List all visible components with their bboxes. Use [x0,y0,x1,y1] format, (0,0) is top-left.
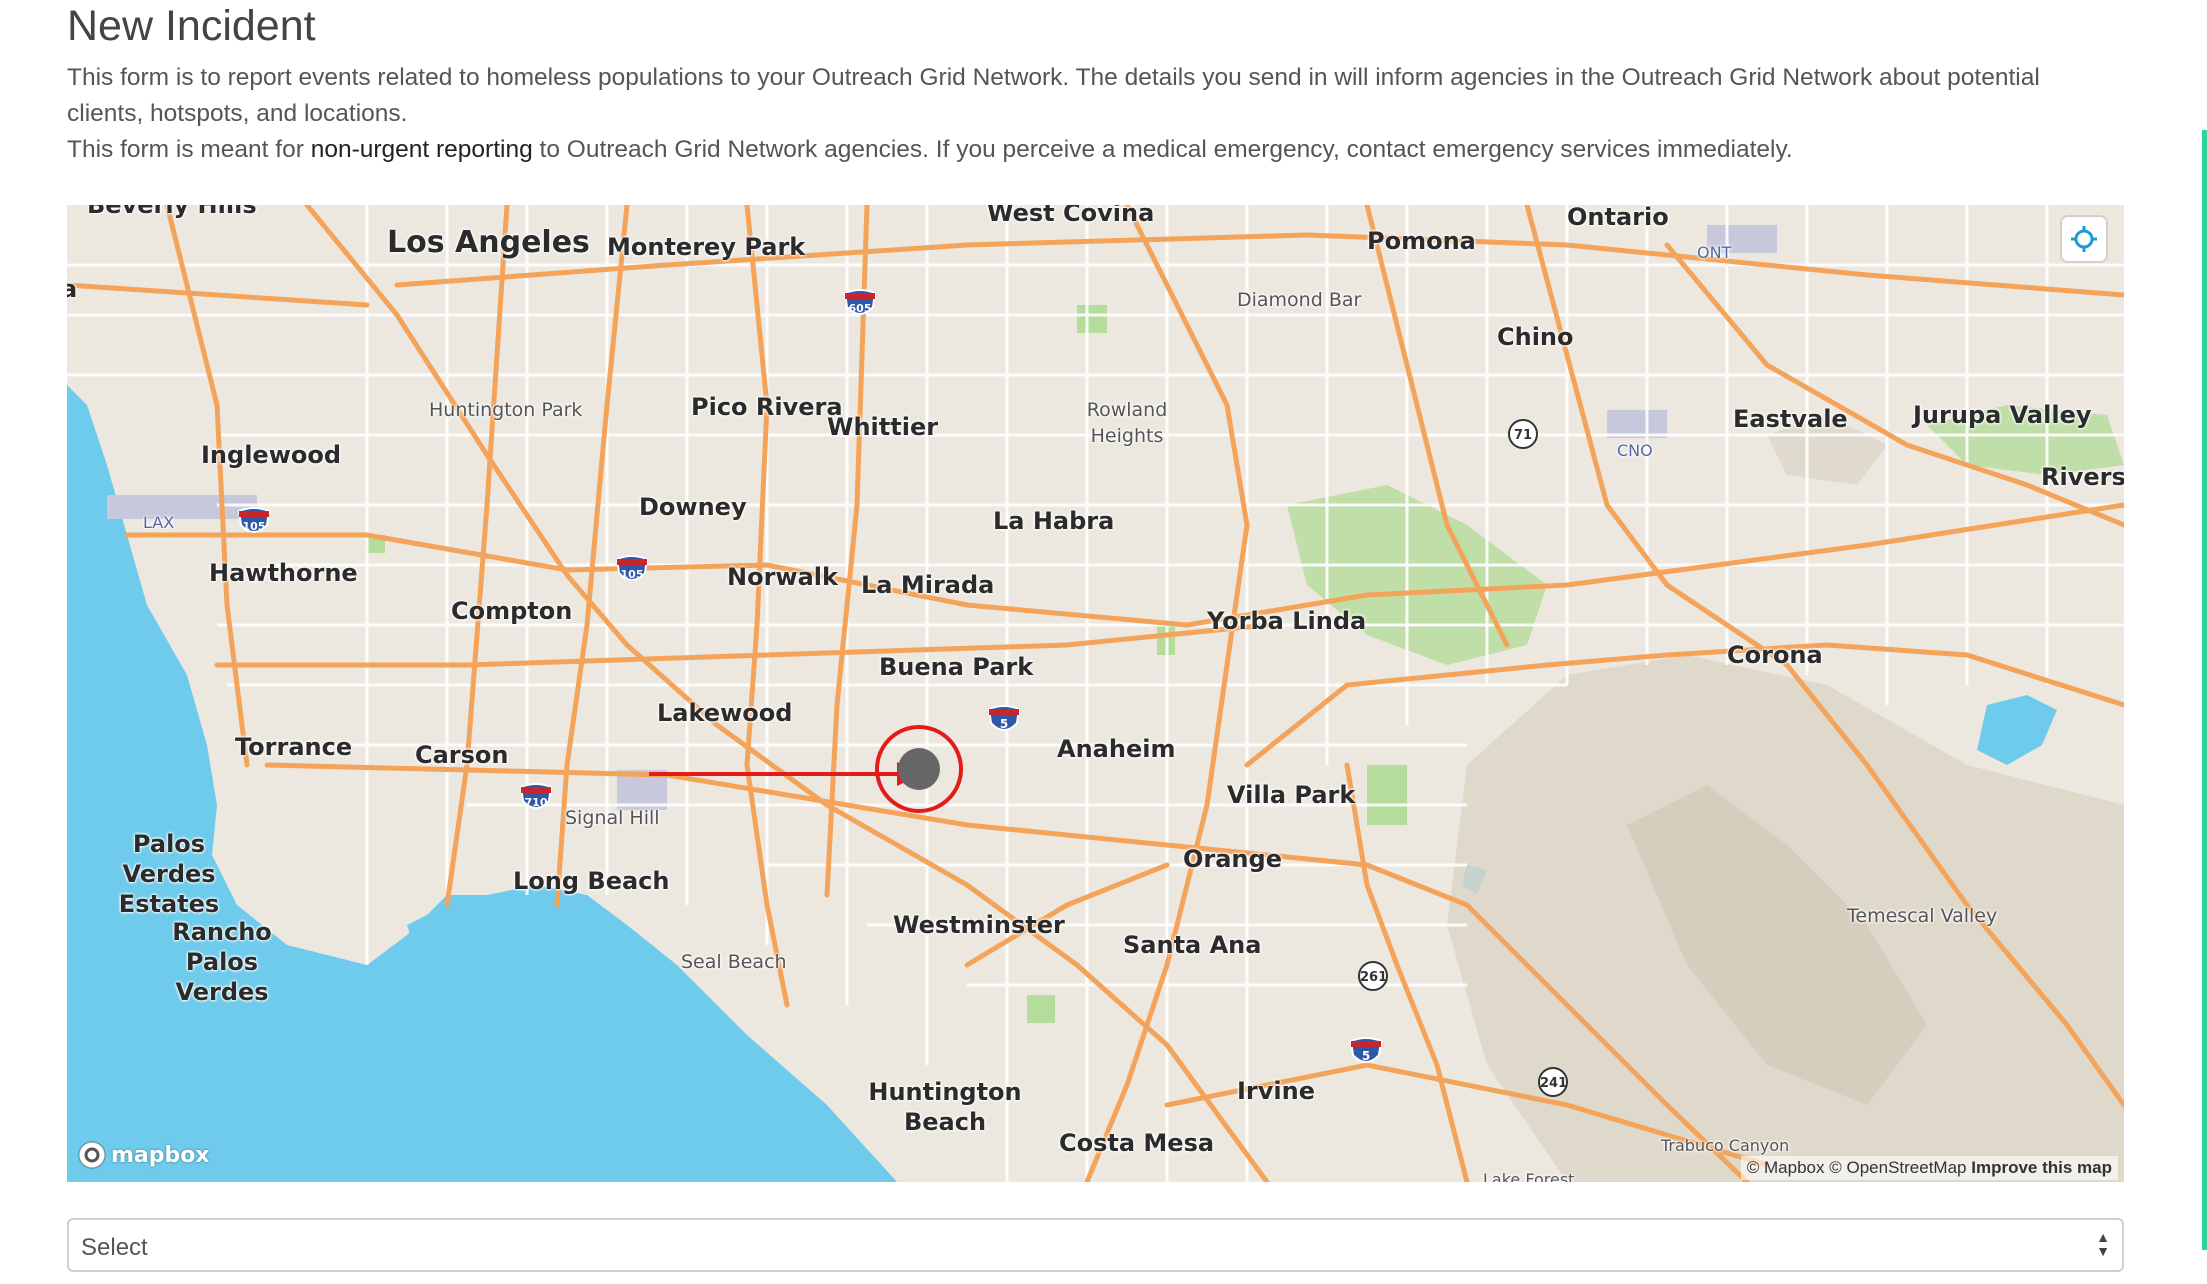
label-anaheim: Anaheim [1057,735,1176,763]
label-la-habra: La Habra [993,507,1115,535]
map-base [67,205,2124,1182]
select-value: Select [81,1234,148,1261]
label-los-angeles: Los Angeles [387,225,590,260]
label-carson: Carson [415,741,509,769]
intro-paragraph-2: This form is meant for non-urgent report… [67,136,1793,163]
shield-i5-north: 5 [987,705,1021,731]
label-westminster: Westminster [893,911,1065,939]
label-pomona: Pomona [1367,227,1476,255]
route-261: 261 [1358,961,1388,991]
label-west-covina: West Covina [987,205,1155,227]
label-ontario: Ontario [1567,205,1669,231]
label-santa-ana: Santa Ana [1123,931,1262,959]
label-eastvale: Eastvale [1733,405,1848,433]
intro-text: This form is to report events related to… [67,60,2097,168]
shield-i710: 710 [519,783,553,809]
label-jurupa-valley: Jurupa Valley [1913,401,2092,429]
route-241: 241 [1538,1067,1568,1097]
map[interactable]: Beverly Hills Los Angeles Monterey Park … [67,205,2124,1182]
attribution-mapbox[interactable]: © Mapbox [1747,1158,1825,1177]
geolocate-button[interactable] [2062,217,2106,261]
non-urgent-highlight: non-urgent reporting [310,136,533,163]
svg-text:710: 710 [525,796,548,809]
mapbox-logo[interactable]: mapbox [77,1140,210,1170]
label-monterey-park: Monterey Park [607,233,806,261]
map-attribution: © Mapbox © OpenStreetMap Improve this ma… [1740,1156,2118,1180]
mapbox-logo-text: mapbox [111,1142,210,1168]
label-buena-park: Buena Park [879,653,1034,681]
label-palos-verdes-estates: Palos Verdes Estates [118,830,220,918]
label-villa-park: Villa Park [1227,781,1356,809]
airport-lax: LAX [143,513,175,532]
label-rowland-heights: Rowland Heights [1086,399,1168,447]
shield-i5-south: 5 [1349,1037,1383,1063]
shield-i105-east: 105 [615,555,649,581]
shield-i605: 605 [843,289,877,315]
label-lakewood: Lakewood [657,699,793,727]
label-torrance: Torrance [235,733,353,761]
svg-text:105: 105 [621,568,644,581]
select-arrows-icon: ▲ ▼ [2096,1229,2110,1259]
label-compton: Compton [451,597,573,625]
label-huntington-park: Huntington Park [429,399,583,421]
label-yorba-linda: Yorba Linda [1207,607,1367,635]
scrollbar[interactable] [2202,130,2207,1250]
label-rancho-palos-verdes: Rancho Palos Verdes [172,918,272,1006]
label-huntington-beach: Huntington Beach [868,1078,1022,1136]
route-71: 71 [1508,419,1538,449]
label-chino: Chino [1497,323,1574,351]
label-diamond-bar: Diamond Bar [1237,289,1362,311]
label-pico-rivera: Pico Rivera [691,393,843,421]
label-corona: Corona [1727,641,1823,669]
svg-text:105: 105 [243,520,266,533]
label-downey: Downey [639,493,747,521]
shield-i105-west: 105 [237,507,271,533]
page-title: New Incident [67,2,316,50]
label-lake-forest: Lake Forest [1483,1170,1575,1182]
intro-paragraph-1: This form is to report events related to… [67,64,2040,127]
airport-cno: CNO [1617,441,1653,460]
label-beverly-hills: Beverly Hills [87,205,257,219]
mapbox-logo-icon [78,1141,106,1169]
label-hawthorne: Hawthorne [209,559,358,587]
incident-type-select[interactable]: Select ▲ ▼ [67,1218,2124,1272]
label-inglewood: Inglewood [201,441,342,469]
label-signal-hill: Signal Hill [565,807,660,829]
label-whittier: Whittier [827,413,939,441]
crosshair-icon [2071,226,2097,252]
label-irvine: Irvine [1237,1077,1315,1105]
label-partial-a: a [67,275,78,303]
label-orange: Orange [1183,845,1282,873]
label-norwalk: Norwalk [727,563,838,591]
location-marker-icon[interactable] [873,723,965,815]
svg-text:5: 5 [1362,1049,1370,1063]
svg-text:605: 605 [849,302,872,315]
label-riverside: Riversic [2041,463,2124,491]
svg-text:5: 5 [1000,717,1008,731]
airport-ont: ONT [1697,243,1732,262]
label-costa-mesa: Costa Mesa [1059,1129,1215,1157]
label-temescal-valley: Temescal Valley [1847,905,1998,927]
attribution-osm[interactable]: © OpenStreetMap [1829,1158,1966,1177]
label-la-mirada: La Mirada [861,571,995,599]
label-long-beach: Long Beach [513,867,670,895]
improve-map-link[interactable]: Improve this map [1971,1158,2112,1177]
label-seal-beach: Seal Beach [681,951,787,973]
